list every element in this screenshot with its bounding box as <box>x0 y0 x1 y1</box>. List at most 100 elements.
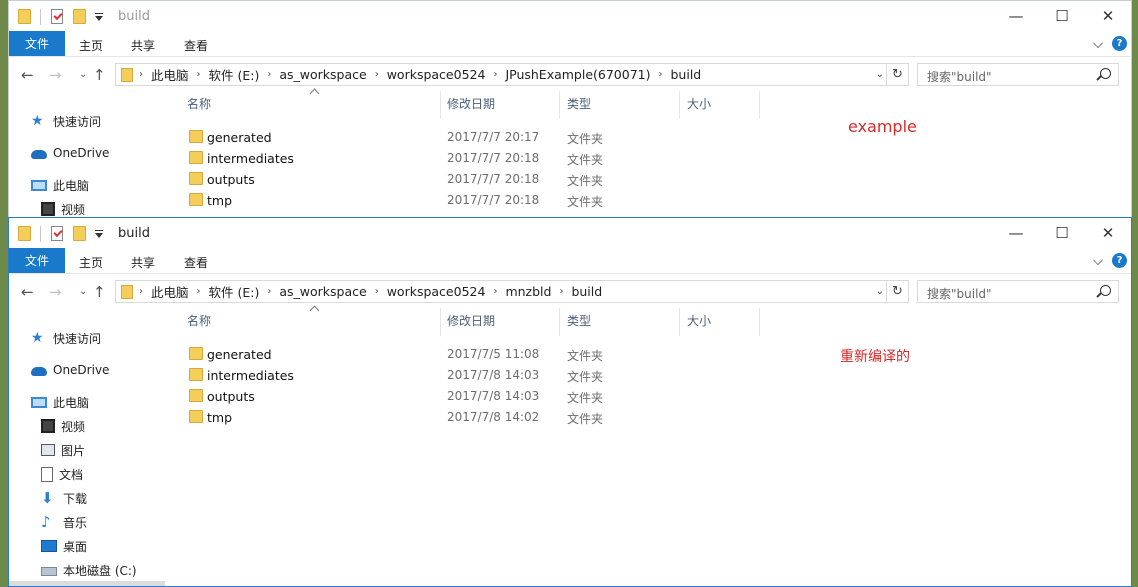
tab-share[interactable]: 共享 <box>131 254 155 271</box>
close-button[interactable]: ✕ <box>1085 1 1131 31</box>
help-icon[interactable]: ? <box>1112 36 1127 51</box>
sidebar-item-music[interactable]: ♪ 音乐 <box>41 512 87 532</box>
customize-quick-access-icon[interactable] <box>95 233 103 238</box>
new-folder-icon[interactable] <box>73 226 86 241</box>
recent-locations-icon[interactable]: ⌄ <box>79 286 87 297</box>
tab-home[interactable]: 主页 <box>79 254 103 271</box>
sidebar-item-local-disk-c[interactable]: 本地磁盘 (C:) <box>41 560 137 580</box>
expand-ribbon-icon[interactable] <box>1093 255 1103 265</box>
chevron-right-icon[interactable]: › <box>373 69 381 80</box>
chevron-right-icon[interactable]: › <box>657 69 665 80</box>
column-header-type[interactable]: 类型 <box>565 308 591 332</box>
column-divider[interactable] <box>440 91 441 119</box>
sidebar-item-pictures[interactable]: 图片 <box>41 440 85 460</box>
chevron-right-icon[interactable]: › <box>557 286 565 297</box>
minimize-button[interactable]: — <box>993 1 1039 31</box>
explorer-window-rebuilt[interactable]: build — ☐ ✕ 文件 主页 共享 查看 ? ← → ⌄ ↑ › 此电脑 … <box>8 217 1132 587</box>
column-header-name[interactable]: 名称 <box>185 308 211 332</box>
maximize-button[interactable]: ☐ <box>1039 1 1085 31</box>
sidebar-item-videos[interactable]: 视频 <box>41 416 85 436</box>
close-button[interactable]: ✕ <box>1085 218 1131 248</box>
breadcrumb-item[interactable]: build <box>665 67 708 82</box>
properties-icon[interactable] <box>51 9 63 24</box>
column-header-date[interactable]: 修改日期 <box>445 91 495 115</box>
breadcrumb-item[interactable]: 此电脑 <box>145 65 195 84</box>
address-dropdown-icon[interactable]: ⌄ <box>876 69 884 80</box>
title-bar[interactable]: build — ☐ ✕ <box>9 218 1131 248</box>
chevron-right-icon[interactable]: › <box>137 69 145 80</box>
file-row[interactable]: generated 2017/7/5 11:08 文件夹 <box>167 344 603 365</box>
help-icon[interactable]: ? <box>1112 253 1127 268</box>
tab-view[interactable]: 查看 <box>184 37 208 54</box>
breadcrumb-item[interactable]: 此电脑 <box>145 282 195 301</box>
column-header-size[interactable]: 大小 <box>685 308 711 332</box>
column-divider[interactable] <box>679 91 680 119</box>
file-row[interactable]: tmp 2017/7/8 14:02 文件夹 <box>167 407 603 428</box>
forward-arrow-icon[interactable]: → <box>49 283 62 301</box>
sidebar-item-downloads[interactable]: ⬇ 下载 <box>41 488 87 508</box>
chevron-right-icon[interactable]: › <box>491 286 499 297</box>
maximize-button[interactable]: ☐ <box>1039 218 1085 248</box>
search-icon[interactable] <box>1100 68 1111 79</box>
customize-quick-access-icon[interactable] <box>95 16 103 21</box>
sidebar-item-quick-access[interactable]: ★ 快速访问 <box>31 111 101 131</box>
new-folder-icon[interactable] <box>73 9 86 24</box>
minimize-button[interactable]: — <box>993 218 1039 248</box>
sidebar-item-this-pc[interactable]: 此电脑 <box>31 392 89 412</box>
sidebar-item-onedrive[interactable]: OneDrive <box>31 360 109 380</box>
column-header-size[interactable]: 大小 <box>685 91 711 115</box>
sidebar-item-this-pc[interactable]: 此电脑 <box>31 175 89 195</box>
chevron-right-icon[interactable]: › <box>265 69 273 80</box>
forward-arrow-icon[interactable]: → <box>49 66 62 84</box>
breadcrumb-item[interactable]: workspace0524 <box>381 284 492 299</box>
file-row[interactable]: outputs 2017/7/7 20:18 文件夹 <box>167 169 603 190</box>
back-arrow-icon[interactable]: ← <box>21 66 34 84</box>
column-header-date[interactable]: 修改日期 <box>445 308 495 332</box>
sidebar-item-desktop[interactable]: 桌面 <box>41 536 87 556</box>
breadcrumb-item[interactable]: mnzbld <box>499 284 557 299</box>
column-header-name[interactable]: 名称 <box>185 91 211 115</box>
sort-ascending-icon[interactable] <box>309 88 320 99</box>
breadcrumb-item[interactable]: workspace0524 <box>381 67 492 82</box>
refresh-icon[interactable]: ↻ <box>886 281 908 302</box>
search-box[interactable]: 搜索"build" <box>917 63 1119 86</box>
column-header-type[interactable]: 类型 <box>565 91 591 115</box>
chevron-right-icon[interactable]: › <box>137 286 145 297</box>
breadcrumb-item[interactable]: 软件 (E:) <box>203 65 266 84</box>
breadcrumb-item[interactable]: 软件 (E:) <box>203 282 266 301</box>
sort-ascending-icon[interactable] <box>309 305 320 316</box>
up-arrow-icon[interactable]: ↑ <box>93 66 106 84</box>
recent-locations-icon[interactable]: ⌄ <box>79 69 87 80</box>
breadcrumb-item[interactable]: JPushExample(670071) <box>499 67 656 82</box>
chevron-right-icon[interactable]: › <box>195 69 203 80</box>
address-bar[interactable]: › 此电脑 › 软件 (E:) › as_workspace › workspa… <box>115 63 909 86</box>
file-row[interactable]: intermediates 2017/7/7 20:18 文件夹 <box>167 148 603 169</box>
column-divider[interactable] <box>759 91 760 119</box>
column-divider[interactable] <box>759 308 760 336</box>
search-icon[interactable] <box>1100 285 1111 296</box>
file-row[interactable]: intermediates 2017/7/8 14:03 文件夹 <box>167 365 603 386</box>
sidebar-item-documents[interactable]: 文档 <box>41 464 83 484</box>
expand-ribbon-icon[interactable] <box>1093 38 1103 48</box>
sidebar-item-onedrive[interactable]: OneDrive <box>31 143 109 163</box>
file-row[interactable]: generated 2017/7/7 20:17 文件夹 <box>167 127 603 148</box>
breadcrumb-item[interactable]: as_workspace <box>273 284 372 299</box>
chevron-right-icon[interactable]: › <box>195 286 203 297</box>
chevron-right-icon[interactable]: › <box>265 286 273 297</box>
tab-share[interactable]: 共享 <box>131 37 155 54</box>
tab-home[interactable]: 主页 <box>79 37 103 54</box>
properties-icon[interactable] <box>51 226 63 241</box>
breadcrumb-item[interactable]: build <box>565 284 608 299</box>
column-divider[interactable] <box>559 308 560 336</box>
back-arrow-icon[interactable]: ← <box>21 283 34 301</box>
address-bar[interactable]: › 此电脑 › 软件 (E:) › as_workspace › workspa… <box>115 280 909 303</box>
refresh-icon[interactable]: ↻ <box>886 64 908 85</box>
breadcrumb-item[interactable]: as_workspace <box>273 67 372 82</box>
sidebar-item-videos[interactable]: 视频 <box>41 199 85 217</box>
search-box[interactable]: 搜索"build" <box>917 280 1119 303</box>
column-divider[interactable] <box>679 308 680 336</box>
sidebar-item-quick-access[interactable]: ★ 快速访问 <box>31 328 101 348</box>
file-row[interactable]: tmp 2017/7/7 20:18 文件夹 <box>167 190 603 211</box>
column-divider[interactable] <box>559 91 560 119</box>
tab-file[interactable]: 文件 <box>9 31 65 56</box>
